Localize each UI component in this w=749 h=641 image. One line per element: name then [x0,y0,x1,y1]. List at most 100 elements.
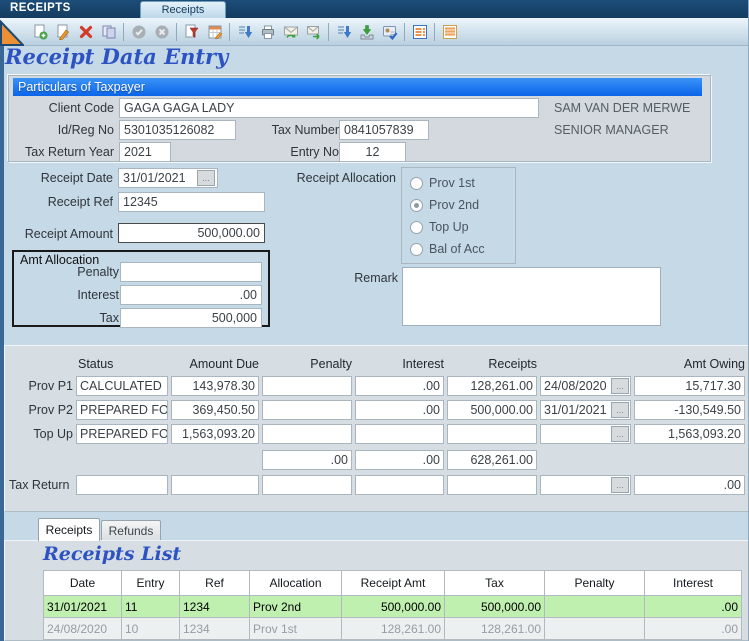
radio-bal-of-acc[interactable]: Bal of Acc [410,242,485,256]
p2-receipts-cell[interactable]: 500,000.00 [447,400,537,420]
copy-icon [101,24,117,40]
taxreturn-amount-due-cell[interactable] [171,475,259,495]
col-header-entry[interactable]: Entry [122,571,180,596]
p2-date-cell[interactable]: 31/01/2021... [540,400,631,420]
cell-interest[interactable]: .00 [645,618,742,640]
p1-amount-due-cell[interactable]: 143,978.30 [171,376,259,396]
p2-amt-owing-cell[interactable]: -130,549.50 [634,400,745,420]
col-header-date[interactable]: Date [44,571,122,596]
col-header-ref[interactable]: Ref [180,571,250,596]
receipt-date-field[interactable]: 31/01/2021 ... [118,168,218,188]
col-header-tax[interactable]: Tax [445,571,545,596]
verify-user-button[interactable] [379,21,400,42]
accept-button-disabled[interactable] [128,21,149,42]
col-header-allocation[interactable]: Allocation [250,571,342,596]
tab-receipts[interactable]: Receipts [38,518,100,541]
cell-ref[interactable]: 1234 [180,618,250,640]
cell-interest[interactable]: .00 [645,596,742,618]
taxreturn-interest-cell[interactable] [355,475,444,495]
p1-amt-owing-cell[interactable]: 15,717.30 [634,376,745,396]
new-document-button[interactable] [29,21,50,42]
schedule-button[interactable] [204,21,225,42]
p2-date-picker-button[interactable]: ... [611,402,629,418]
edit-document-button[interactable] [52,21,73,42]
radio-prov-2nd[interactable]: Prov 2nd [410,198,479,212]
topup-receipts-cell[interactable] [447,424,537,444]
cell-date[interactable]: 24/08/2020 [44,618,122,640]
taxreturn-status-cell[interactable] [76,475,168,495]
p1-date-picker-button[interactable]: ... [611,378,629,394]
cell-entry[interactable]: 10 [122,618,180,640]
radio-top-up[interactable]: Top Up [410,220,469,234]
tab-refunds[interactable]: Refunds [101,520,161,541]
receipt-amount-field[interactable]: 500,000.00 [118,223,265,243]
receipts-view-button[interactable] [409,21,430,42]
status-header: Status [78,357,170,371]
p2-status-cell[interactable]: PREPARED FOR [76,400,168,420]
topup-penalty-cell[interactable] [262,424,352,444]
print-button[interactable] [257,21,278,42]
tax-field[interactable]: 500,000 [120,308,262,328]
taxreturn-date-picker-button[interactable]: ... [611,477,629,493]
email-exchange-button[interactable] [280,21,301,42]
p1-date-cell[interactable]: 24/08/2020... [540,376,631,396]
topup-date-picker-button[interactable]: ... [611,426,629,442]
cell-tax[interactable]: 500,000.00 [445,596,545,618]
cell-receipt-amt[interactable]: 128,261.00 [342,618,445,640]
remark-field[interactable] [402,267,661,326]
summary-view-button[interactable] [439,21,460,42]
summary-view-icon [442,24,458,40]
topup-date-cell[interactable]: ... [540,424,631,444]
cell-tax[interactable]: 128,261.00 [445,618,545,640]
cancel-button-disabled[interactable] [151,21,172,42]
topup-amount-due-cell[interactable]: 1,563,093.20 [171,424,259,444]
topup-interest-cell[interactable] [355,424,444,444]
filter-document-button[interactable] [181,21,202,42]
cell-penalty[interactable] [545,596,645,618]
interest-field[interactable]: .00 [120,285,262,305]
col-header-penalty[interactable]: Penalty [545,571,645,596]
taxreturn-penalty-cell[interactable] [262,475,352,495]
receipts-list-row[interactable]: 31/01/2021 11 1234 Prov 2nd 500,000.00 5… [44,596,742,618]
send-mail-button[interactable] [303,21,324,42]
penalty-field[interactable] [120,262,262,282]
p1-receipts-cell[interactable]: 128,261.00 [447,376,537,396]
client-code-field[interactable]: GAGA GAGA LADY [119,98,539,118]
copy-button[interactable] [98,21,119,42]
col-header-interest[interactable]: Interest [645,571,742,596]
cell-penalty[interactable] [545,618,645,640]
id-reg-field[interactable]: 5301035126082 [119,120,236,140]
taxreturn-date-cell[interactable]: ... [540,475,631,495]
p1-interest-cell[interactable]: .00 [355,376,444,396]
import-list-button[interactable] [234,21,255,42]
radio-label: Prov 2nd [429,198,479,212]
receipt-date-picker-button[interactable]: ... [197,170,215,186]
receipts-list-row[interactable]: 24/08/2020 10 1234 Prov 1st 128,261.00 1… [44,618,742,640]
window-tab-receipts[interactable]: Receipts [140,1,226,18]
cell-receipt-amt[interactable]: 500,000.00 [342,596,445,618]
cell-date[interactable]: 31/01/2021 [44,596,122,618]
taxreturn-receipts-cell[interactable] [447,475,537,495]
cell-ref[interactable]: 1234 [180,596,250,618]
tax-number-field[interactable]: 0841057839 [339,120,429,140]
p2-penalty-cell[interactable] [262,400,352,420]
taxreturn-amt-owing-cell[interactable]: .00 [634,475,745,495]
entry-no-field[interactable]: 12 [339,142,406,162]
client-code-label: Client Code [19,101,114,115]
p2-interest-cell[interactable]: .00 [355,400,444,420]
cell-allocation[interactable]: Prov 1st [250,618,342,640]
download-list-button[interactable] [333,21,354,42]
receipt-ref-field[interactable]: 12345 [118,192,265,212]
col-header-receipt-amt[interactable]: Receipt Amt [342,571,445,596]
radio-prov-1st[interactable]: Prov 1st [410,176,475,190]
cell-entry[interactable]: 11 [122,596,180,618]
cell-allocation[interactable]: Prov 2nd [250,596,342,618]
topup-status-cell[interactable]: PREPARED FOR [76,424,168,444]
receive-file-button[interactable] [356,21,377,42]
topup-amt-owing-cell[interactable]: 1,563,093.20 [634,424,745,444]
p1-status-cell[interactable]: CALCULATED [76,376,168,396]
p2-amount-due-cell[interactable]: 369,450.50 [171,400,259,420]
p1-penalty-cell[interactable] [262,376,352,396]
delete-button[interactable] [75,21,96,42]
tax-return-year-field[interactable]: 2021 [119,142,171,162]
